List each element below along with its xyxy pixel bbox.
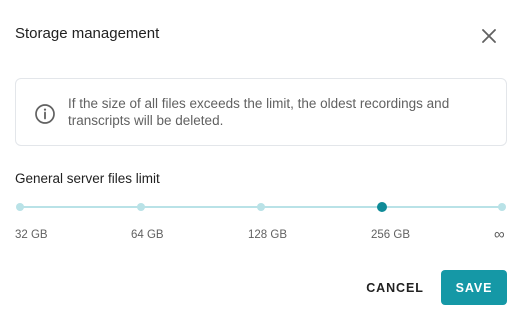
- info-message: If the size of all files exceeds the lim…: [68, 96, 450, 128]
- tick-label-unlimited: ∞: [494, 226, 505, 243]
- slider-tick[interactable]: [498, 203, 506, 211]
- tick-label-64gb: 64 GB: [131, 229, 164, 241]
- info-icon: [35, 104, 55, 124]
- save-button[interactable]: SAVE: [441, 270, 507, 305]
- tick-label-32gb: 32 GB: [15, 229, 48, 241]
- tick-label-256gb: 256 GB: [371, 229, 410, 241]
- cancel-button[interactable]: CANCEL: [358, 270, 432, 305]
- info-panel: If the size of all files exceeds the lim…: [15, 78, 507, 146]
- close-button[interactable]: [478, 25, 500, 47]
- dialog-title: Storage management: [15, 25, 160, 42]
- slider-tick[interactable]: [137, 203, 145, 211]
- slider-tick[interactable]: [16, 203, 24, 211]
- files-limit-label: General server files limit: [15, 171, 160, 186]
- files-limit-slider[interactable]: [15, 198, 511, 218]
- slider-thumb[interactable]: [377, 202, 387, 212]
- slider-tick[interactable]: [257, 203, 265, 211]
- tick-label-128gb: 128 GB: [248, 229, 287, 241]
- storage-management-dialog: Storage management If the size of all fi…: [0, 0, 522, 320]
- close-icon: [482, 29, 496, 43]
